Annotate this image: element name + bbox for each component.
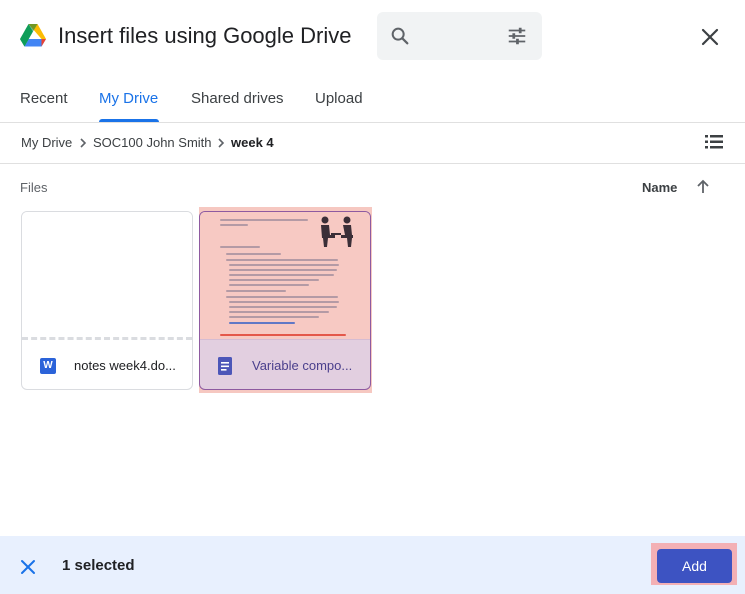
tab-my-drive[interactable]: My Drive [99, 90, 158, 107]
arrow-upward-icon[interactable] [694, 178, 712, 196]
sort-by-name-button[interactable]: Name [642, 180, 677, 195]
file-name: Variable compo... [252, 358, 353, 373]
google-drive-logo-icon [20, 24, 46, 47]
search-box[interactable] [377, 12, 542, 60]
chevron-right-icon [218, 138, 225, 148]
file-card-footer: W notes week4.do... [22, 342, 192, 389]
breadcrumb-my-drive[interactable]: My Drive [21, 135, 72, 150]
file-name: notes week4.do... [74, 358, 176, 373]
word-icon: W [40, 358, 56, 374]
selection-bar: 1 selected [0, 536, 745, 594]
tab-bar: Recent My Drive Shared drives Upload [0, 72, 745, 123]
file-card-selected[interactable]: Variable compo... [199, 211, 371, 390]
breadcrumb-week-4[interactable]: week 4 [231, 135, 274, 150]
people-icon [321, 216, 353, 247]
files-section-label: Files [20, 180, 48, 195]
close-icon[interactable] [697, 24, 723, 50]
tab-recent[interactable]: Recent [20, 90, 68, 107]
active-tab-indicator [99, 119, 159, 122]
tab-upload[interactable]: Upload [315, 90, 363, 107]
search-input[interactable] [421, 24, 491, 48]
dialog-title: Insert files using Google Drive [58, 23, 352, 48]
file-thumbnail [22, 212, 192, 340]
search-icon[interactable] [389, 25, 411, 47]
tab-shared-drives[interactable]: Shared drives [191, 90, 284, 107]
clear-selection-close-icon[interactable] [19, 558, 37, 576]
dialog-header: Insert files using Google Drive [0, 0, 745, 72]
breadcrumb-soc100-john-smith[interactable]: SOC100 John Smith [93, 135, 212, 150]
file-card-footer: Variable compo... [200, 342, 370, 389]
search-options-icon[interactable] [506, 25, 528, 47]
file-thumbnail [200, 212, 370, 340]
add-button[interactable]: Add [657, 549, 732, 583]
file-card[interactable]: W notes week4.do... [21, 211, 193, 390]
selected-count: 1 selected [62, 557, 135, 574]
list-view-icon[interactable] [703, 131, 725, 153]
google-docs-icon [218, 357, 232, 375]
chevron-right-icon [80, 138, 87, 148]
breadcrumb: My Drive SOC100 John Smith week 4 [0, 123, 745, 164]
